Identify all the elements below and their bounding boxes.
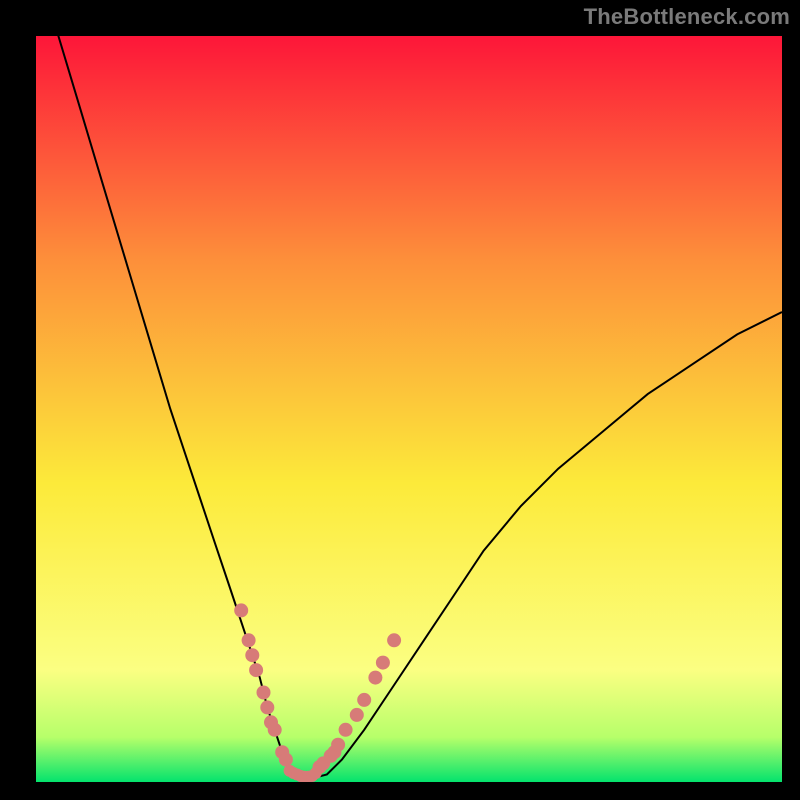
- marker-dot: [260, 700, 274, 714]
- marker-dot: [257, 686, 271, 700]
- marker-dot: [376, 656, 390, 670]
- marker-dot: [234, 603, 248, 617]
- plot-area: [36, 36, 782, 782]
- marker-dot: [357, 693, 371, 707]
- chart-svg: [36, 36, 782, 782]
- marker-dot: [331, 738, 345, 752]
- marker-dot: [268, 723, 282, 737]
- chart-container: TheBottleneck.com: [0, 0, 800, 800]
- marker-dot: [339, 723, 353, 737]
- gradient-background: [36, 36, 782, 782]
- marker-dot: [387, 633, 401, 647]
- marker-dot: [350, 708, 364, 722]
- marker-dot: [249, 663, 263, 677]
- watermark-text: TheBottleneck.com: [584, 4, 790, 30]
- marker-dot: [310, 767, 322, 779]
- marker-dot: [242, 633, 256, 647]
- marker-dot: [245, 648, 259, 662]
- marker-dot: [368, 671, 382, 685]
- marker-dot: [279, 753, 293, 767]
